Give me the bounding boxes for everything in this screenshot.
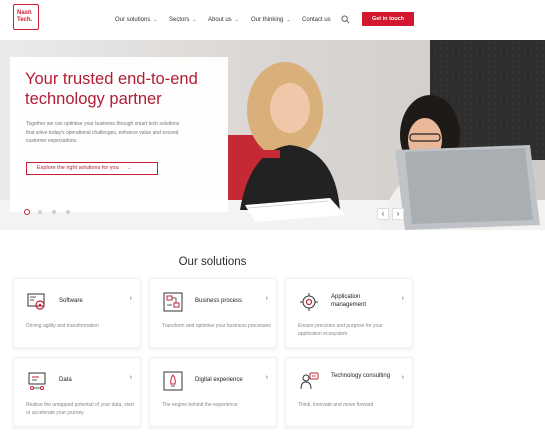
chevron-right-icon: › [265,295,268,302]
card-description: Realise the untapped potential of your d… [26,402,134,416]
explore-solutions-button[interactable]: Explore the right solutions for you → [26,162,158,175]
hero-title: Your trusted end-to-end technology partn… [25,70,198,108]
solution-card-data[interactable]: Data › Realise the untapped potential of… [13,357,141,427]
hero-description: Together we can optimise your business t… [26,121,180,144]
solution-card-digital-experience[interactable]: Digital experience › The engine behind t… [149,357,277,427]
business-process-icon [163,292,183,312]
carousel-dot-4[interactable] [66,210,70,214]
nav-about-us[interactable]: About us ⌄ [208,17,239,23]
card-description: Transform and optimise your business pro… [162,323,271,329]
site-header: Nash Tech. Our solutions ⌄ Sectors ⌄ About… [0,0,545,40]
hero-banner: Your trusted end-to-end technology partn… [0,40,545,230]
chevron-down-icon: ⌄ [153,17,158,23]
digital-experience-icon [163,371,183,391]
technology-consulting-icon [300,372,319,390]
solution-card-application-management[interactable]: Application management › Ensure precisio… [285,278,413,348]
card-description: The engine behind the experience [162,402,238,408]
chevron-right-icon: › [265,374,268,381]
search-icon[interactable] [341,15,350,24]
solution-card-business-process[interactable]: Business process › Transform and optimis… [149,278,277,348]
card-description: Driving agility and transformation [26,323,99,329]
carousel-dot-1[interactable] [24,209,30,215]
card-title: Application management [331,294,367,308]
data-icon [28,372,46,390]
nav-sectors[interactable]: Sectors ⌄ [169,17,197,23]
card-title: Technology consulting [331,373,391,379]
chevron-right-icon: › [401,374,404,381]
chevron-right-icon: › [129,295,132,302]
chevron-right-icon: › [129,374,132,381]
card-title: Software [59,298,83,304]
get-in-touch-button[interactable]: Get in touch [362,12,414,26]
card-description: Ensure precision and purpose for your ap… [298,323,383,337]
chevron-down-icon: ⌄ [192,17,197,23]
nashtech-logo[interactable]: Nash Tech. [13,4,39,30]
arrow-right-icon: → [126,165,133,171]
nav-contact-us[interactable]: Contact us [302,17,331,23]
card-title: Digital experience [195,377,243,383]
carousel-next-button[interactable]: › [392,208,404,220]
solution-card-software[interactable]: Software › Driving agility and transform… [13,278,141,348]
explore-solutions-label: Explore the right solutions for you [37,165,119,171]
software-icon [27,293,45,310]
application-management-icon [300,293,318,311]
card-description: Think, innovate and move forward [298,402,374,408]
card-title: Business process [195,298,243,304]
nav-our-solutions[interactable]: Our solutions ⌄ [115,17,158,23]
nav-label: Our solutions [115,17,151,23]
nav-label: About us [208,17,232,23]
nav-our-thinking[interactable]: Our thinking ⌄ [251,17,291,23]
chevron-down-icon: ⌄ [234,17,239,23]
carousel-dot-3[interactable] [52,210,56,214]
nav-label: Contact us [302,17,331,23]
chevron-right-icon: › [401,295,404,302]
solutions-heading: Our solutions [178,256,247,268]
logo-text-line2: Tech. [17,17,33,23]
solution-card-technology-consulting[interactable]: Technology consulting › Think, innovate … [285,357,413,427]
card-title: Data [59,377,72,383]
carousel-dot-2[interactable] [38,210,42,214]
hero-text-card: Your trusted end-to-end technology partn… [10,57,228,212]
nav-label: Our thinking [251,17,284,23]
logo-text-line1: Nash [17,10,32,16]
carousel-prev-button[interactable]: ‹ [377,208,389,220]
nav-label: Sectors [169,17,190,23]
chevron-down-icon: ⌄ [286,17,291,23]
